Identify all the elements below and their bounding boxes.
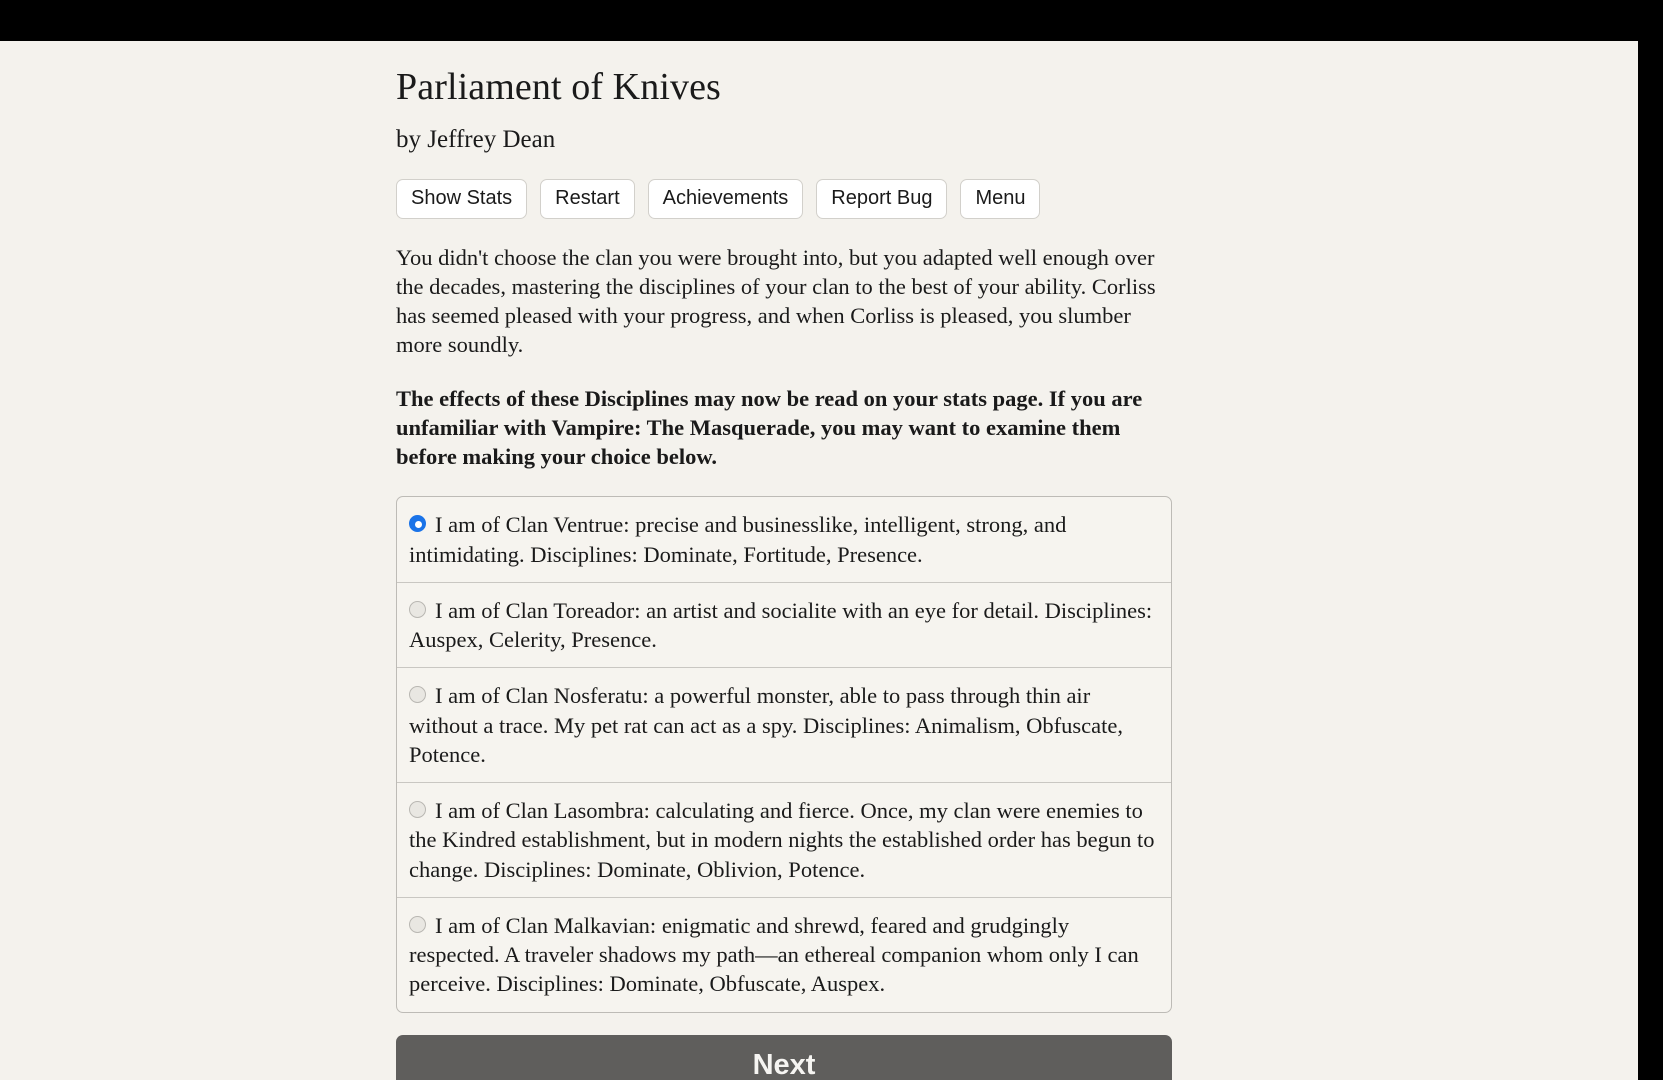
menu-button[interactable]: Menu — [960, 178, 1041, 219]
story-paragraph-1: You didn't choose the clan you were brou… — [396, 244, 1156, 358]
story-paragraph-2: The effects of these Disciplines may now… — [396, 385, 1143, 470]
choice-label: I am of Clan Ventrue: precise and busine… — [409, 512, 1067, 567]
achievements-button[interactable]: Achievements — [647, 178, 804, 219]
choice-label: I am of Clan Nosferatu: a powerful monst… — [409, 683, 1123, 767]
radio-button-icon[interactable] — [409, 515, 426, 533]
next-button[interactable]: Next — [396, 1034, 1172, 1080]
author-byline: by Jeffrey Dean — [396, 125, 556, 153]
list-item[interactable]: I am of Clan Nosferatu: a powerful monst… — [397, 667, 1171, 782]
choice-label: I am of Clan Malkavian: enigmatic and sh… — [409, 912, 1139, 997]
letterbox-right-bar — [1638, 41, 1663, 1080]
choice-label: I am of Clan Lasombra: calculating and f… — [409, 798, 1155, 882]
list-item[interactable]: I am of Clan Lasombra: calculating and f… — [397, 782, 1171, 897]
game-toolbar: Show Stats Restart Achievements Report B… — [396, 178, 1172, 219]
game-page: Parliament of Knives by Jeffrey Dean Sho… — [0, 41, 1638, 1080]
content-column: Parliament of Knives by Jeffrey Dean Sho… — [396, 41, 1172, 1080]
list-item[interactable]: I am of Clan Ventrue: precise and busine… — [397, 497, 1171, 581]
list-item[interactable]: I am of Clan Toreador: an artist and soc… — [397, 581, 1171, 668]
radio-button-icon[interactable] — [409, 600, 426, 618]
report-bug-button[interactable]: Report Bug — [816, 178, 948, 219]
page-title: Parliament of Knives — [396, 66, 721, 108]
radio-button-icon[interactable] — [409, 915, 426, 933]
show-stats-button[interactable]: Show Stats — [396, 178, 528, 219]
choice-label: I am of Clan Toreador: an artist and soc… — [409, 597, 1153, 653]
letterbox-top-bar — [0, 0, 1663, 41]
radio-button-icon[interactable] — [409, 686, 426, 704]
choice-list: I am of Clan Ventrue: precise and busine… — [396, 496, 1172, 1013]
restart-button[interactable]: Restart — [540, 178, 635, 219]
screen: Parliament of Knives by Jeffrey Dean Sho… — [0, 0, 1663, 1080]
list-item[interactable]: I am of Clan Malkavian: enigmatic and sh… — [397, 896, 1171, 1012]
radio-button-icon[interactable] — [409, 801, 426, 819]
